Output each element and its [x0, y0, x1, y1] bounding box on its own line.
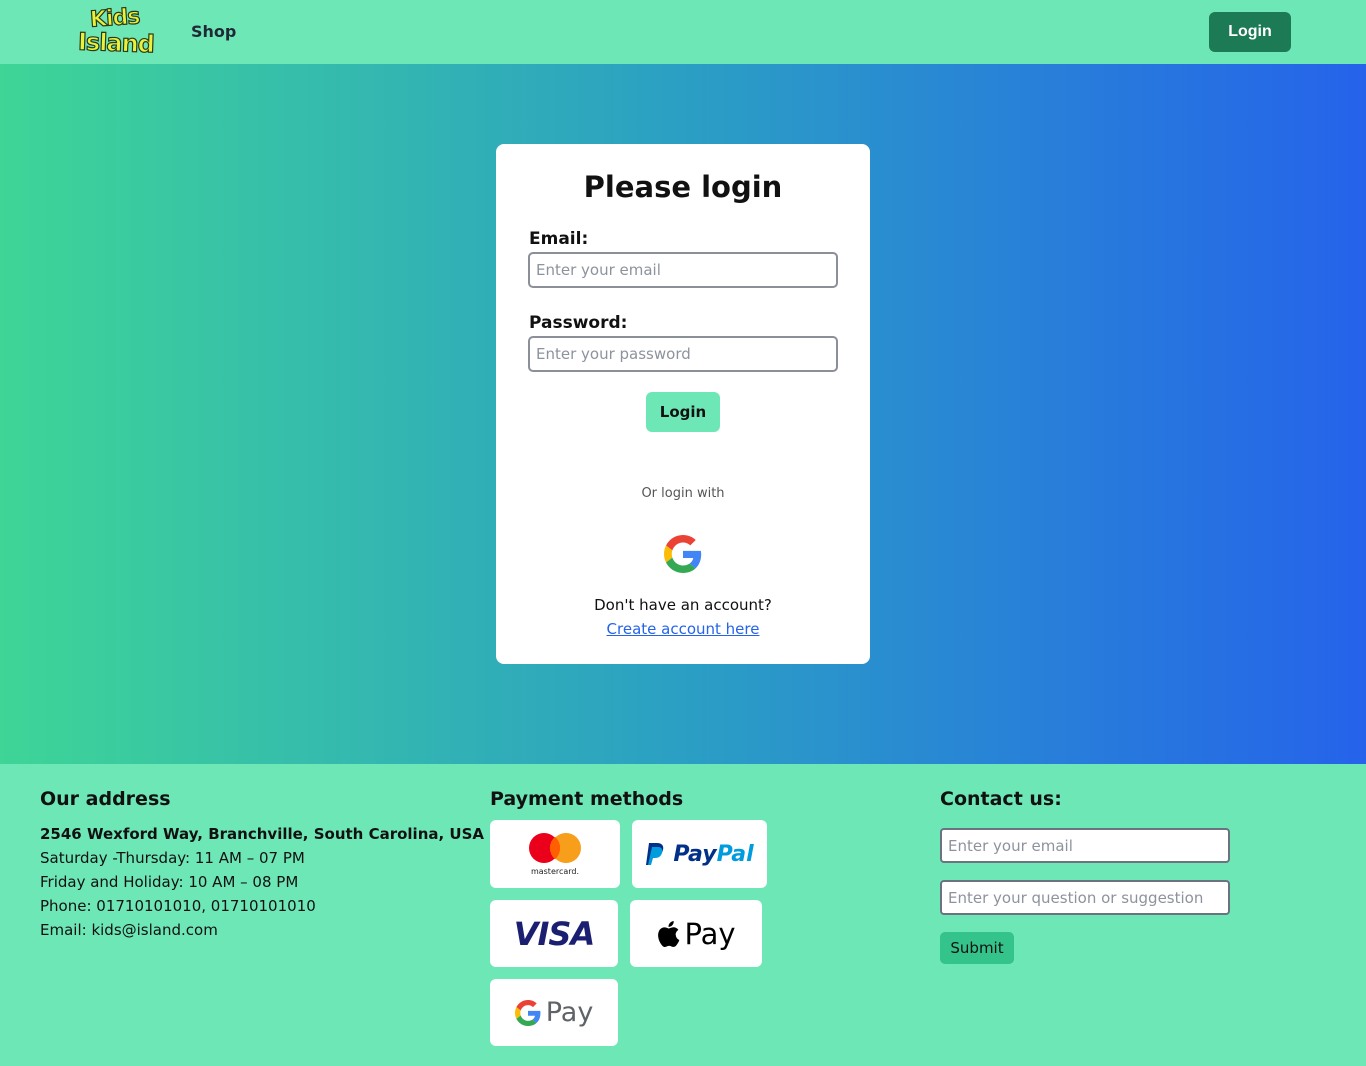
google-g-icon — [514, 999, 541, 1026]
contact-email-input[interactable] — [940, 828, 1230, 863]
apple-icon — [658, 920, 680, 947]
hero-section: Please login Email: Password: Login Or l… — [0, 64, 1366, 764]
payment-title: Payment methods — [490, 788, 684, 810]
address-line: 2546 Wexford Way, Branchville, South Car… — [40, 825, 485, 843]
phone-text: Phone: 01710101010, 01710101010 — [40, 897, 316, 915]
google-icon[interactable] — [664, 535, 702, 573]
address-block: 2546 Wexford Way, Branchville, South Car… — [40, 822, 484, 942]
password-input[interactable] — [528, 336, 838, 372]
email-text: Email: kids@island.com — [40, 921, 218, 939]
logo-word-island: Island — [77, 27, 155, 59]
contact-question-input[interactable] — [940, 880, 1230, 915]
or-login-with-text: Or login with — [641, 486, 725, 501]
login-button[interactable]: Login — [646, 392, 720, 432]
login-card: Please login Email: Password: Login Or l… — [496, 144, 870, 664]
nav-link-shop[interactable]: Shop — [191, 22, 236, 41]
navbar: Kids Island Shop Login — [0, 0, 1366, 64]
mastercard-label: mastercard. — [530, 867, 580, 876]
visa-text: VISA — [513, 914, 595, 953]
paypal-text-pal: Pal — [716, 841, 754, 867]
create-account-link[interactable]: Create account here — [496, 620, 870, 638]
visa-logo: VISA — [490, 900, 618, 967]
mastercard-logo: mastercard. — [490, 820, 620, 888]
password-label: Password: — [529, 313, 628, 333]
mastercard-circles-icon — [529, 833, 581, 863]
email-label: Email: — [529, 229, 589, 249]
apple-pay-text: Pay — [684, 916, 736, 951]
hours-holiday: Friday and Holiday: 10 AM – 08 PM — [40, 873, 299, 891]
paypal-p-icon — [646, 843, 664, 865]
kids-island-logo[interactable]: Kids Island — [77, 4, 155, 59]
paypal-text-pay: Pay — [673, 841, 717, 867]
paypal-logo: Pay Pal — [632, 820, 767, 888]
submit-button[interactable]: Submit — [940, 932, 1014, 964]
page-title: Please login — [583, 170, 783, 204]
footer: Our address 2546 Wexford Way, Branchvill… — [0, 764, 1366, 1066]
google-pay-logo: Pay — [490, 979, 618, 1046]
apple-pay-logo: Pay — [630, 900, 762, 967]
address-title: Our address — [40, 788, 171, 810]
no-account-text: Don't have an account? — [594, 596, 772, 614]
google-pay-text: Pay — [545, 997, 594, 1028]
hours-weekday: Saturday -Thursday: 11 AM – 07 PM — [40, 849, 305, 867]
nav-login-button[interactable]: Login — [1209, 12, 1291, 52]
email-input[interactable] — [528, 252, 838, 288]
contact-title: Contact us: — [940, 788, 1062, 810]
